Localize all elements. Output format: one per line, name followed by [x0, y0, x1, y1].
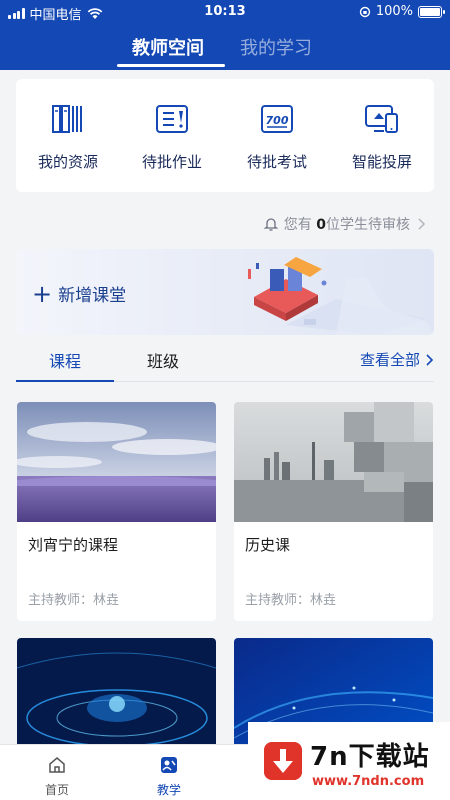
notice-prefix: 您有 — [283, 217, 312, 233]
nav-teach-label: 教学 — [156, 783, 181, 797]
quick-action-label: 待批考试 — [246, 153, 307, 171]
chevron-right-icon — [418, 218, 426, 230]
orientation-lock-icon — [359, 6, 371, 17]
nav-home-label: 首页 — [44, 783, 69, 797]
plus-icon: + — [32, 279, 53, 308]
course-card[interactable]: 刘宵宁的课程 主持教师：林垚 — [17, 402, 216, 621]
quick-action-my-resources[interactable]: 我的资源 — [16, 101, 120, 172]
add-class-banner[interactable]: + 新增课堂 — [16, 249, 434, 335]
tab-teacher-space[interactable]: 教师空间 — [132, 34, 204, 60]
screen-cast-icon — [365, 105, 398, 133]
books-icon — [52, 105, 82, 133]
course-cover-image — [234, 402, 433, 522]
section-tab-indicator — [16, 380, 114, 382]
banner-illustration — [248, 257, 434, 335]
course-teacher: 主持教师：林垚 — [245, 593, 337, 608]
view-all-link[interactable]: 查看全部 — [360, 349, 434, 370]
view-all-label: 查看全部 — [359, 351, 420, 369]
exam-icon: 700 — [261, 105, 293, 133]
watermark-url: www.7ndn.com — [312, 774, 425, 789]
quick-action-pending-exam[interactable]: 700 待批考试 — [225, 101, 329, 172]
quick-action-label: 我的资源 — [37, 153, 98, 171]
quick-action-pending-homework[interactable]: 待批作业 — [120, 101, 224, 172]
bell-icon — [263, 218, 278, 231]
tab-courses[interactable]: 课程 — [49, 348, 81, 372]
nav-home[interactable]: 首页 — [27, 755, 87, 798]
course-card[interactable]: 历史课 主持教师：林垚 — [234, 402, 433, 621]
quick-actions-card: 我的资源 待批作业 700 待批考试 智能投屏 — [16, 79, 434, 192]
course-cover-image — [17, 638, 216, 758]
homework-icon — [156, 105, 188, 133]
battery-icon — [418, 5, 445, 18]
course-title: 刘宵宁的课程 — [28, 536, 119, 554]
course-card[interactable] — [17, 638, 216, 758]
site-watermark: 7n下载站 www.7ndn.com — [248, 722, 450, 800]
battery-percent: 100% — [375, 4, 413, 19]
nav-teach[interactable]: 教学 — [139, 755, 199, 798]
tab-my-learning[interactable]: 我的学习 — [240, 34, 312, 60]
top-tabs: 教师空间 我的学习 — [0, 32, 450, 70]
pending-review-notice[interactable]: 您有 0位学生待审核 — [263, 214, 426, 234]
status-bar: 中国电信 10:13 100% — [0, 0, 450, 24]
notice-suffix: 位学生待审核 — [326, 217, 410, 233]
quick-action-screen-cast[interactable]: 智能投屏 — [330, 101, 434, 172]
watermark-title: 7n下载站 — [310, 742, 430, 772]
add-class-button[interactable]: + 新增课堂 — [32, 279, 127, 308]
course-cover-image — [17, 402, 216, 522]
notice-count: 0 — [316, 217, 326, 233]
teach-icon — [161, 757, 177, 773]
add-class-label: 新增课堂 — [58, 286, 127, 306]
quick-action-label: 待批作业 — [141, 153, 202, 171]
chevron-right-icon — [426, 353, 434, 366]
tab-classes[interactable]: 班级 — [147, 348, 179, 372]
quick-action-label: 智能投屏 — [351, 153, 412, 171]
active-tab-indicator — [117, 64, 225, 67]
app-header: 中国电信 10:13 100% 教师空间 我的学习 — [0, 0, 450, 70]
home-icon — [49, 757, 65, 773]
svg-text:700: 700 — [266, 114, 289, 127]
section-tabs: 课程 班级 查看全部 — [16, 336, 434, 382]
course-teacher: 主持教师：林垚 — [28, 593, 120, 608]
download-icon — [264, 742, 302, 780]
course-title: 历史课 — [245, 536, 291, 554]
